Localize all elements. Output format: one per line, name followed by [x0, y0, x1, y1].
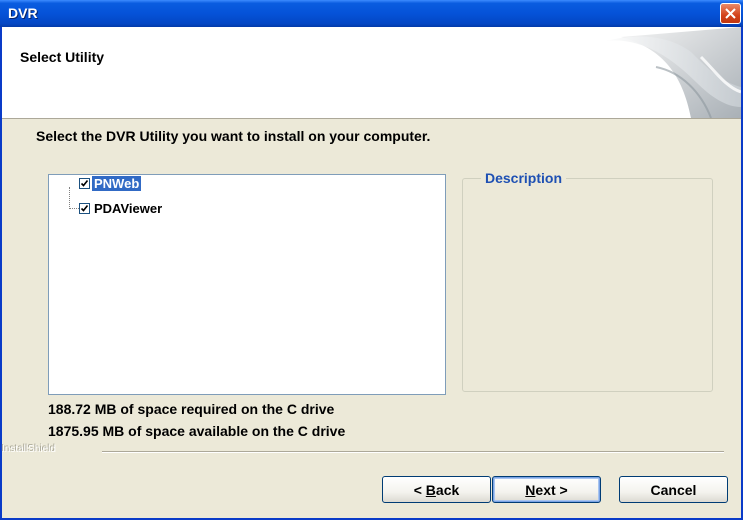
component-item-pdaviewer[interactable]: PDAViewer: [79, 200, 164, 217]
close-icon: [725, 8, 736, 19]
component-tree[interactable]: PNWeb PDAViewer: [48, 174, 446, 395]
description-legend: Description: [481, 170, 567, 186]
next-button-mnemonic: N: [525, 481, 536, 498]
installshield-brand: InstallShield: [2, 444, 56, 455]
space-available-text: 1875.95 MB of space available on the C d…: [48, 423, 346, 439]
component-item-pnweb[interactable]: PNWeb: [79, 175, 142, 192]
back-button[interactable]: < Back: [382, 476, 491, 503]
component-label[interactable]: PNWeb: [92, 176, 142, 191]
pdaviewer-checkbox[interactable]: [79, 203, 90, 214]
back-button-prefix: <: [413, 481, 426, 498]
page-title: Select Utility: [20, 49, 105, 65]
separator: [102, 451, 724, 453]
window-title: DVR: [8, 5, 38, 21]
next-button[interactable]: Next >: [492, 476, 601, 503]
cancel-button[interactable]: Cancel: [619, 476, 728, 503]
space-required-text: 188.72 MB of space required on the C dri…: [48, 401, 335, 417]
next-button-rest: ext >: [535, 481, 568, 498]
instruction-text: Select the DVR Utility you want to insta…: [36, 128, 431, 144]
installshield-header-graphic: [606, 27, 741, 118]
pnweb-checkbox[interactable]: [79, 178, 90, 189]
wizard-header: Select Utility: [2, 27, 741, 119]
close-button[interactable]: [720, 3, 741, 24]
installer-window: DVR Select Utility Select the DVR Utilit…: [0, 0, 743, 520]
description-group: Description: [462, 170, 713, 392]
checkmark-icon: [80, 180, 89, 187]
component-label[interactable]: PDAViewer: [92, 201, 164, 216]
title-bar[interactable]: DVR: [0, 0, 743, 27]
checkmark-icon: [80, 205, 89, 212]
tree-connector: [69, 187, 70, 209]
tree-connector: [69, 208, 79, 209]
back-button-mnemonic: B: [425, 481, 436, 498]
back-button-rest: ack: [435, 481, 460, 498]
